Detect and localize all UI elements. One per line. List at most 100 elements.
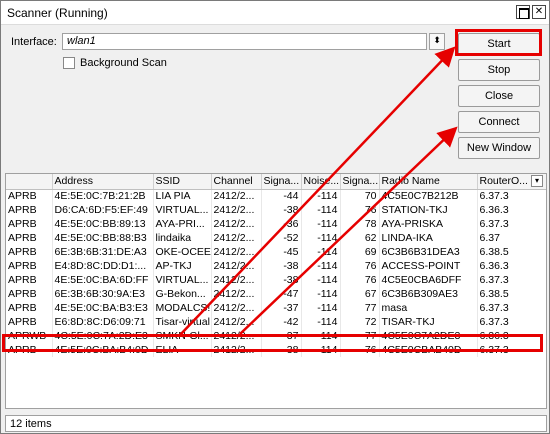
table-cell: 78	[340, 217, 380, 231]
table-cell: 6.37.3	[477, 273, 546, 287]
table-cell: VIRTUAL...	[153, 203, 212, 217]
table-cell: 4E:5E:0C:BA:B3:E3	[52, 301, 154, 315]
table-cell: APRB	[6, 273, 53, 287]
table-cell: APRB	[6, 315, 53, 329]
background-scan-checkbox[interactable]	[63, 57, 75, 69]
table-cell: 4E:5E:0C:BA:6D:FF	[52, 273, 154, 287]
table-row[interactable]: APRB 4E:5E:0C:BB:89:13 AYA-PRI... 2412/2...…	[6, 217, 546, 231]
table-row[interactable]: APRB 4E:5E:0C:7B:21:2B LIA PIA 2412/2... -44…	[6, 189, 546, 203]
table-row[interactable]: APRB 4E:5E:0C:BA:6D:FF VIRTUAL... 2412/2...…	[6, 273, 546, 287]
close-button[interactable]: Close	[458, 85, 540, 107]
table-cell: -114	[301, 189, 341, 203]
table-row-highlighted[interactable]: APRWB 4C:5E:0C:7A:2D:E3 SMKN-Gl... 2412/2..…	[6, 329, 546, 343]
table-cell: E6:8D:8C:D6:09:71	[52, 315, 154, 329]
table-cell: 2412/2...	[211, 203, 262, 217]
table-cell: APRB	[6, 259, 53, 273]
table-cell: 6.36.3	[477, 203, 546, 217]
interface-input[interactable]: wlan1	[62, 33, 427, 50]
table-cell: 2412/2...	[211, 329, 262, 343]
table-row[interactable]: APRB D6:CA:6D:F5:EF:49 VIRTUAL... 2412/2...…	[6, 203, 546, 217]
table-cell: APRB	[6, 217, 53, 231]
table-cell: -114	[301, 329, 341, 343]
table-cell: -44	[261, 189, 302, 203]
table-cell: lindaika	[153, 231, 212, 245]
start-button[interactable]: Start	[458, 33, 540, 55]
item-count: 12 items	[10, 418, 52, 430]
table-row[interactable]: APRB E4:8D:8C:DD:D1:... AP-TKJ 2412/2... -38…	[6, 259, 546, 273]
table-cell: APRB	[6, 343, 53, 357]
table-cell: AP-TKJ	[153, 259, 212, 273]
column-header[interactable]: Signa...	[340, 174, 380, 190]
title-bar: Scanner (Running) ✕	[1, 1, 549, 25]
column-header[interactable]: Signa...	[261, 174, 302, 190]
table-cell: -114	[301, 301, 341, 315]
table-cell: 6.37.3	[477, 217, 546, 231]
table-cell: -36	[261, 217, 302, 231]
table-cell: 6.37.3	[477, 343, 546, 357]
column-header[interactable]	[6, 174, 53, 190]
interface-dropdown-icon[interactable]: ⬍	[429, 33, 445, 50]
table-cell: -114	[301, 343, 341, 357]
table-cell: -38	[261, 343, 302, 357]
table-cell: 4E:5E:0C:BB:89:13	[52, 217, 154, 231]
interface-label: Interface:	[11, 36, 57, 48]
table-cell: 4E:5E:0C:BB:88:B3	[52, 231, 154, 245]
table-cell: -38	[261, 273, 302, 287]
table-cell: -52	[261, 231, 302, 245]
table-cell: 2412/2...	[211, 245, 262, 259]
table-cell: -114	[301, 315, 341, 329]
table-cell: Tisar-virtual	[153, 315, 212, 329]
scan-results-table[interactable]: Address SSID Channel Signa... Noise... Signa.…	[5, 173, 547, 409]
table-cell: D6:CA:6D:F5:EF:49	[52, 203, 154, 217]
table-cell: TISAR-TKJ	[379, 315, 478, 329]
table-cell: 6.37	[477, 231, 546, 245]
table-cell: 62	[340, 231, 380, 245]
table-cell: 6E:3B:6B:31:DE:A3	[52, 245, 154, 259]
table-cell: E4:8D:8C:DD:D1:...	[52, 259, 154, 273]
stop-button[interactable]: Stop	[458, 59, 540, 81]
table-cell: 2412/2...	[211, 301, 262, 315]
table-row[interactable]: APRB 4E:5E:0C:BB:88:B3 lindaika 2412/2... -5…	[6, 231, 546, 245]
close-icon[interactable]: ✕	[532, 5, 546, 19]
column-header[interactable]: SSID	[153, 174, 212, 190]
table-cell: VIRTUAL...	[153, 273, 212, 287]
table-cell: -45	[261, 245, 302, 259]
table-cell: 69	[340, 245, 380, 259]
table-cell: -37	[261, 301, 302, 315]
table-cell: 4C5E0CBAB40D	[379, 343, 478, 357]
maximize-icon[interactable]	[516, 5, 530, 19]
new-window-button[interactable]: New Window	[458, 137, 540, 159]
connect-button[interactable]: Connect	[458, 111, 540, 133]
column-header[interactable]: Address	[52, 174, 154, 190]
table-cell: 76	[340, 273, 380, 287]
table-cell: LINDA-IKA	[379, 231, 478, 245]
table-cell: 77	[340, 301, 380, 315]
table-cell: 6E:3B:6B:30:9A:E3	[52, 287, 154, 301]
table-row[interactable]: APRB 4E:5E:0C:BA:B4:0D ELIA 2412/2... -38 -11…	[6, 343, 546, 357]
table-row[interactable]: APRB 6E:3B:6B:30:9A:E3 G-Bekon... 2412/2...…	[6, 287, 546, 301]
table-cell: 76	[340, 259, 380, 273]
status-bar: 12 items	[5, 415, 547, 432]
table-row[interactable]: APRB E6:8D:8C:D6:09:71 Tisar-virtual 2412/2…	[6, 315, 546, 329]
table-cell: APRB	[6, 245, 53, 259]
table-row[interactable]: APRB 6E:3B:6B:31:DE:A3 OKE-OCEE 2412/2... -4…	[6, 245, 546, 259]
table-cell: APRB	[6, 301, 53, 315]
table-cell: -114	[301, 287, 341, 301]
table-cell: -114	[301, 217, 341, 231]
table-row[interactable]: APRB 4E:5E:0C:BA:B3:E3 MODALCS! 2412/2... -3…	[6, 301, 546, 315]
table-cell: 4E:5E:0C:BA:B4:0D	[52, 343, 154, 357]
column-header[interactable]: Noise...	[301, 174, 341, 190]
table-cell: APRB	[6, 203, 53, 217]
column-menu-icon[interactable]: ▾	[531, 175, 543, 187]
table-header-row: Address SSID Channel Signa... Noise... Signa.…	[6, 174, 546, 190]
table-cell: -47	[261, 287, 302, 301]
table-cell: -42	[261, 315, 302, 329]
table-cell: 70	[340, 189, 380, 203]
table-cell: -114	[301, 259, 341, 273]
table-cell: ACCESS-POINT	[379, 259, 478, 273]
table-cell: 77	[340, 329, 380, 343]
column-header[interactable]: Channel	[211, 174, 262, 190]
column-header[interactable]: Radio Name	[379, 174, 478, 190]
table-cell: APRB	[6, 287, 53, 301]
table-cell: 6C3B6B31DEA3	[379, 245, 478, 259]
